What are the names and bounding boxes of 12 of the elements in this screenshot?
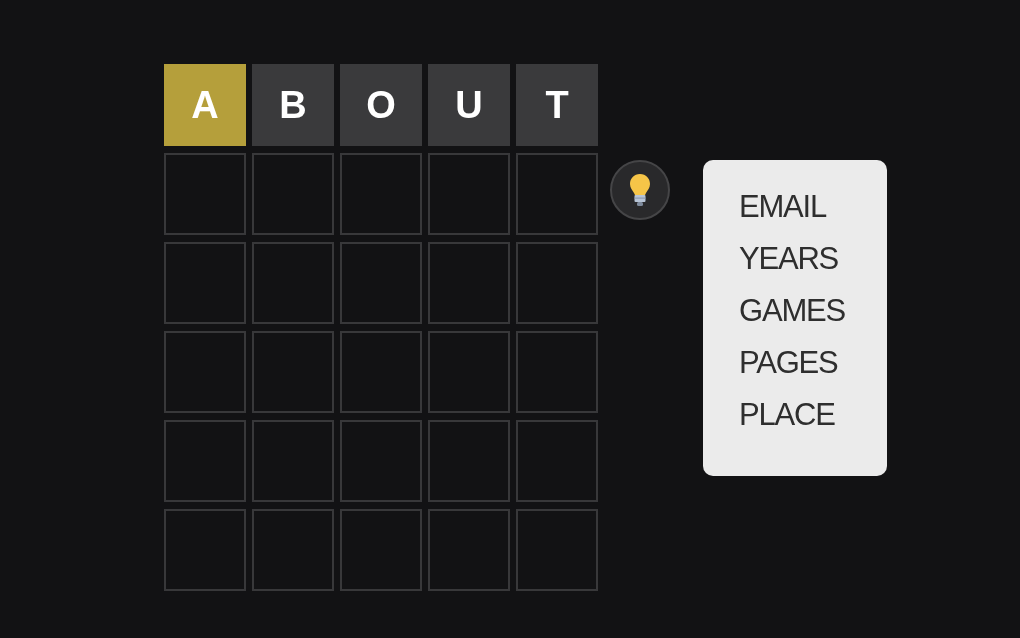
hint-word: YEARS [739, 240, 839, 278]
lightbulb-icon [630, 174, 650, 206]
hint-word: GAMES [739, 292, 845, 330]
letter-tile: A [164, 64, 246, 146]
letter-tile: T [516, 64, 598, 146]
hint-word: EMAIL [739, 188, 827, 226]
letter-tile: U [428, 64, 510, 146]
hint-word: PAGES [739, 344, 838, 382]
letter-tile: B [252, 64, 334, 146]
hint-button[interactable] [610, 160, 670, 220]
hint-word: PLACE [739, 396, 835, 434]
letter-tile: O [340, 64, 422, 146]
